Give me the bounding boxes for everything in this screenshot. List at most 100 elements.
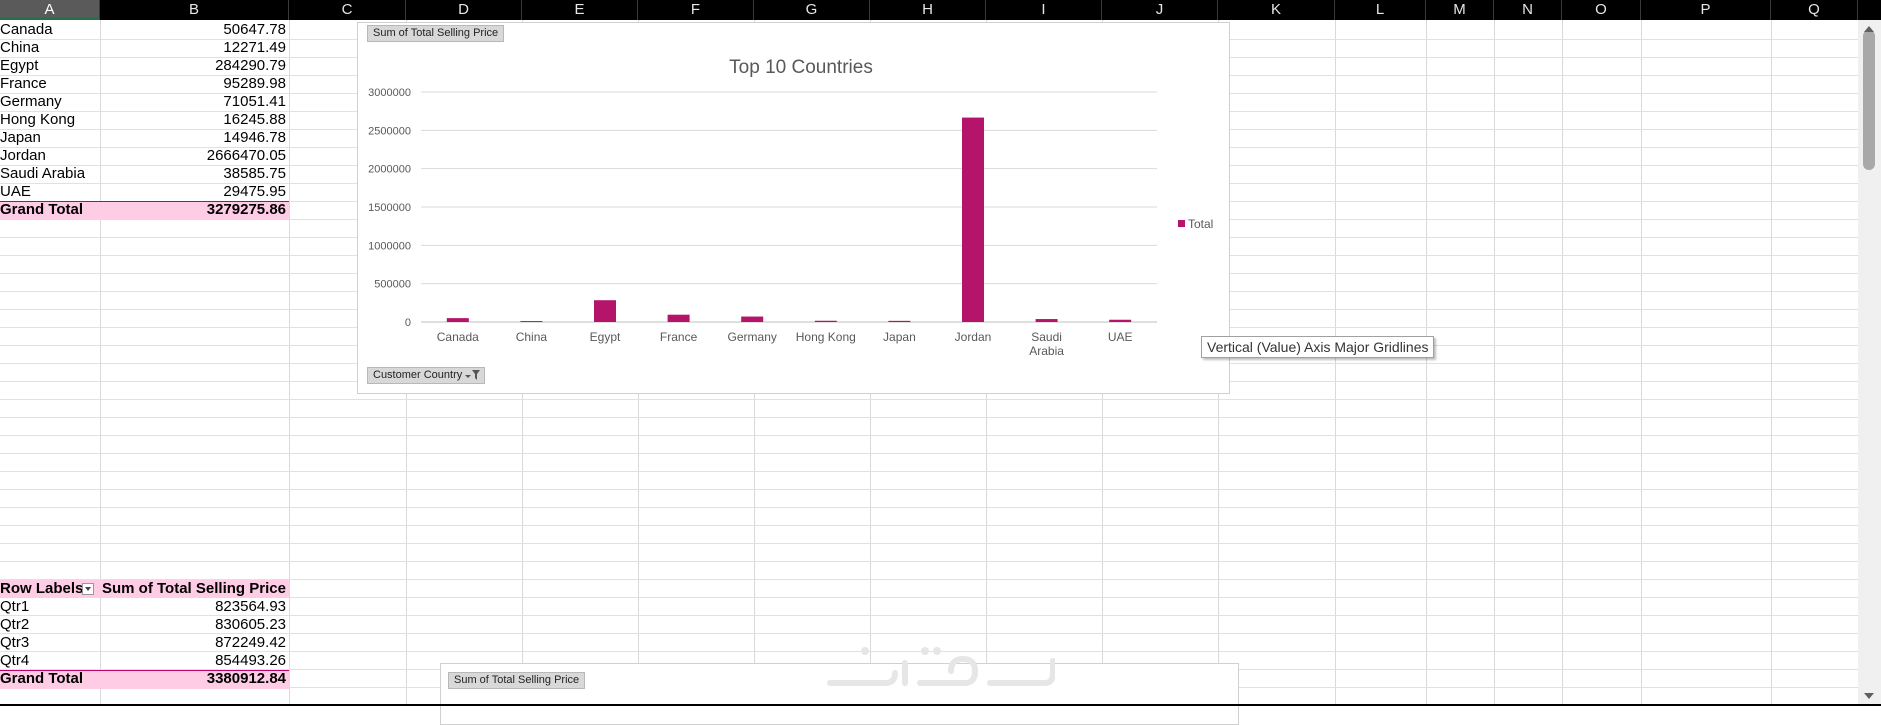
- y-tick-label: 3000000: [368, 87, 411, 99]
- column-header-h[interactable]: H: [870, 0, 986, 20]
- value-cell[interactable]: 71051.41: [100, 93, 286, 111]
- row-label-cell[interactable]: Qtr2: [0, 616, 98, 634]
- grid-row-line: [0, 489, 1858, 490]
- grid-column-line: [1562, 20, 1563, 704]
- chart-element-tooltip: Vertical (Value) Axis Major Gridlines: [1201, 336, 1435, 358]
- row-label-cell[interactable]: France: [0, 75, 98, 93]
- row-label-cell[interactable]: Germany: [0, 93, 98, 111]
- column-header-f[interactable]: F: [638, 0, 754, 20]
- row-label-cell[interactable]: Qtr1: [0, 598, 98, 616]
- row-label-cell[interactable]: Egypt: [0, 57, 98, 75]
- column-header-m[interactable]: M: [1426, 0, 1494, 20]
- grid-row-line: [0, 525, 1858, 526]
- y-tick-label: 2000000: [368, 164, 411, 176]
- x-tick-label: Japan: [883, 330, 916, 344]
- chart-bar-france: [667, 314, 690, 322]
- column-header-c[interactable]: C: [289, 0, 406, 20]
- column-header-q[interactable]: Q: [1771, 0, 1858, 20]
- row-label-cell[interactable]: Hong Kong: [0, 111, 98, 129]
- value-cell[interactable]: 95289.98: [100, 75, 286, 93]
- column-header-i[interactable]: I: [986, 0, 1102, 20]
- chart-bar-japan: [888, 320, 911, 322]
- grid-column-line: [1771, 20, 1772, 704]
- axis-field-label: Customer Country: [373, 369, 463, 381]
- x-tick-label: Arabia: [1029, 344, 1064, 358]
- chart-top-10-countries[interactable]: Sum of Total Selling Price Top 10 Countr…: [357, 22, 1230, 394]
- row-label-cell[interactable]: China: [0, 39, 98, 57]
- x-tick-label: China: [516, 330, 548, 344]
- x-tick-label: Saudi: [1031, 330, 1062, 344]
- column-header-o[interactable]: O: [1562, 0, 1641, 20]
- column-header-j[interactable]: J: [1102, 0, 1218, 20]
- column-header-e[interactable]: E: [522, 0, 638, 20]
- filter-dropdown-icon[interactable]: [82, 583, 94, 595]
- value-cell[interactable]: 830605.23: [100, 616, 286, 634]
- grid-column-line: [1426, 20, 1427, 704]
- x-tick-label: Egypt: [590, 330, 621, 344]
- column-header-d[interactable]: D: [406, 0, 522, 20]
- grid-row-line: [0, 507, 1858, 508]
- grid-row-line: [0, 543, 1858, 544]
- value-cell[interactable]: 38585.75: [100, 165, 286, 183]
- value-cell[interactable]: 854493.26: [100, 652, 286, 670]
- x-tick-label: Hong Kong: [796, 330, 856, 344]
- value-cell[interactable]: 284290.79: [100, 57, 286, 75]
- chart-bar-egypt: [594, 300, 616, 322]
- column-header-b[interactable]: B: [100, 0, 289, 20]
- y-tick-label: 1500000: [368, 202, 411, 214]
- column-header-a[interactable]: A: [0, 0, 100, 20]
- watermark-logo: [827, 647, 1055, 686]
- grid-column-line: [1335, 20, 1336, 704]
- pivot2-header-value: Sum of Total Selling Price: [102, 580, 286, 597]
- column-header-bar: ABCDEFGHIJKLMNOPQ: [0, 0, 1881, 20]
- grid-column-line: [1494, 20, 1495, 704]
- x-tick-label: Jordan: [955, 330, 992, 344]
- row-label-cell[interactable]: Canada: [0, 21, 98, 39]
- row-label-cell[interactable]: Japan: [0, 129, 98, 147]
- value-cell[interactable]: 823564.93: [100, 598, 286, 616]
- value-cell[interactable]: 2666470.05: [100, 147, 286, 165]
- column-header-n[interactable]: N: [1494, 0, 1562, 20]
- column-header-p[interactable]: P: [1641, 0, 1771, 20]
- grand-total-label[interactable]: Grand Total: [0, 201, 98, 219]
- y-tick-label: 0: [405, 317, 411, 329]
- scroll-down-arrow-icon[interactable]: [1864, 692, 1874, 700]
- value-cell[interactable]: 14946.78: [100, 129, 286, 147]
- chart-bar-jordan: [962, 117, 984, 322]
- x-tick-label: Germany: [728, 330, 777, 344]
- chart-axis-field-button[interactable]: Customer Country: [367, 367, 486, 386]
- chart-bar-canada: [446, 318, 469, 322]
- vertical-scrollbar-thumb[interactable]: [1863, 30, 1875, 170]
- chart-bar-saudi-arabia: [1035, 319, 1058, 322]
- row-label-cell[interactable]: Qtr3: [0, 634, 98, 652]
- chart2-value-field-button[interactable]: Sum of Total Selling Price: [448, 672, 586, 689]
- row-label-cell[interactable]: Saudi Arabia: [0, 165, 98, 183]
- grand-total-value[interactable]: 3380912.84: [100, 670, 286, 688]
- column-header-g[interactable]: G: [754, 0, 870, 20]
- value-cell[interactable]: 12271.49: [100, 39, 286, 57]
- filter-funnel-icon[interactable]: [465, 369, 481, 386]
- value-cell[interactable]: 29475.95: [100, 183, 286, 201]
- value-cell[interactable]: 16245.88: [100, 111, 286, 129]
- value-cell[interactable]: 50647.78: [100, 21, 286, 39]
- grand-total-label[interactable]: Grand Total: [0, 670, 98, 688]
- scroll-up-arrow-icon[interactable]: [1864, 24, 1874, 32]
- row-label-cell[interactable]: Qtr4: [0, 652, 98, 670]
- y-tick-label: 500000: [374, 279, 411, 291]
- grid-row-line: [0, 561, 1858, 562]
- grand-total-value[interactable]: 3279275.86: [100, 201, 286, 219]
- column-header-k[interactable]: K: [1218, 0, 1335, 20]
- column-header-l[interactable]: L: [1335, 0, 1426, 20]
- bar-chart-svg: Top 10 Countries 0 500000 1000000 1500000 200…: [368, 57, 1213, 358]
- value-cell[interactable]: 872249.42: [100, 634, 286, 652]
- grid-column-line: [289, 20, 290, 704]
- grid-column-line: [1641, 20, 1642, 704]
- grid-row-line: [0, 453, 1858, 454]
- y-tick-label: 2500000: [368, 125, 411, 137]
- row-label-cell[interactable]: Jordan: [0, 147, 98, 165]
- row-label-cell[interactable]: UAE: [0, 183, 98, 201]
- grid-row-line: [0, 435, 1858, 436]
- grid-row-line: [0, 417, 1858, 418]
- x-tick-label: France: [660, 330, 698, 344]
- y-tick-label: 1000000: [368, 240, 411, 252]
